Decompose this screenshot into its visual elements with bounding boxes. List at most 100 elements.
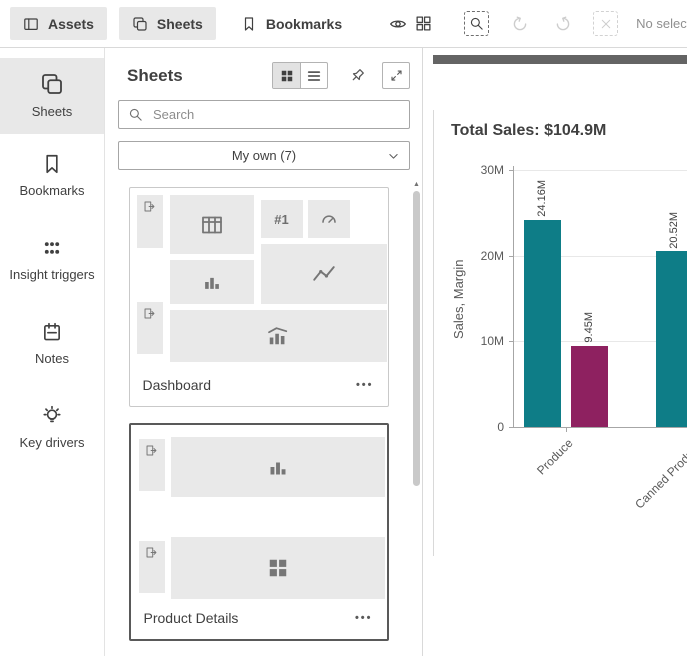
list-view-button[interactable] [300, 63, 327, 88]
sheet-card-title: Product Details [144, 610, 239, 626]
search-input[interactable] [118, 100, 410, 129]
smart-search-button[interactable] [464, 11, 489, 36]
pivot-icon [267, 557, 289, 579]
assets-button[interactable]: Assets [10, 7, 107, 40]
thumb-tile [139, 541, 165, 593]
scroll-up-arrow[interactable]: ▲ [411, 180, 422, 190]
filterpane-icon [145, 444, 158, 457]
sheets-panel-header: Sheets [105, 48, 422, 90]
x-axis-line [513, 427, 687, 428]
sheet-filter-dropdown[interactable]: My own (7) [118, 141, 410, 170]
sidebar-item-insight-triggers[interactable]: Insight triggers [0, 225, 104, 295]
y-tick-label: 30M [444, 163, 504, 177]
thumb-tile [170, 195, 254, 254]
thumb-tile [170, 310, 387, 362]
redo-arrow-icon [554, 15, 572, 33]
insight-triggers-icon [41, 237, 63, 259]
step-back-button[interactable] [507, 11, 532, 36]
notes-icon [41, 321, 63, 343]
thumb-tile [137, 302, 163, 354]
thumb-tile [171, 437, 385, 497]
blocks-icon [415, 15, 432, 32]
expand-panel-button[interactable] [382, 62, 410, 89]
thumb-tile [137, 195, 163, 248]
kpi-badge: #1 [274, 212, 288, 227]
sidebar-item-key-drivers[interactable]: Key drivers [0, 393, 104, 463]
clear-x-icon [600, 18, 612, 30]
search-icon [469, 16, 484, 31]
grid-view-button[interactable] [273, 63, 300, 88]
bar-sales-produce[interactable] [524, 220, 561, 427]
filterpane-icon [145, 546, 158, 559]
undo-arrow-icon [511, 15, 529, 33]
sheets-button[interactable]: Sheets [119, 7, 216, 40]
preview-eye-button[interactable] [389, 8, 407, 40]
sheet-thumbnail: #1 [130, 188, 388, 368]
sheets-panel: Sheets My [105, 48, 423, 656]
sheet-card-footer: Dashboard ••• [130, 368, 388, 406]
chevron-down-icon [387, 150, 400, 163]
thumb-tile [171, 537, 385, 599]
main-content: Total Sales: $104.9M 010M20M30M24.16M20.… [424, 48, 687, 656]
scrollbar-thumb[interactable] [413, 191, 420, 486]
sheet-header-strip [433, 55, 687, 64]
y-tick-label: 0 [444, 420, 504, 434]
sheets-icon [132, 16, 148, 32]
step-forward-button[interactable] [550, 11, 575, 36]
bar-value-label: 20.52M [667, 212, 682, 249]
grid-view-icon [280, 69, 294, 83]
bar-value-label: 9.45M [582, 312, 597, 343]
gauge-icon [319, 209, 339, 229]
linechart-icon [311, 261, 337, 287]
sheet-card-product-details[interactable]: Product Details ••• [129, 423, 389, 641]
eye-icon [389, 15, 407, 33]
selections-toolbar: No selections [464, 11, 687, 36]
sidebar-item-bookmarks[interactable]: Bookmarks [0, 141, 104, 211]
pin-panel-button[interactable] [344, 63, 370, 88]
sheet-card-title: Dashboard [143, 377, 212, 393]
bar-sales-canned-products[interactable] [656, 251, 687, 427]
bookmark-icon [241, 16, 257, 32]
table-icon [200, 213, 224, 237]
filterpane-icon [143, 200, 156, 213]
panel-title: Sheets [127, 66, 183, 86]
thumb-tile [261, 244, 387, 304]
x-tick [566, 427, 567, 432]
bar-chart-object[interactable]: Total Sales: $104.9M 010M20M30M24.16M20.… [433, 110, 687, 556]
chart-plot-area: 010M20M30M24.16M20.52M9.45MProduceCanned… [434, 110, 687, 556]
bookmarks-button[interactable]: Bookmarks [228, 7, 355, 40]
combochart-icon [266, 324, 290, 348]
left-sidebar: Sheets Bookmarks Insight triggers Notes … [0, 48, 105, 656]
sheet-card-footer: Product Details ••• [131, 601, 387, 639]
search-icon [128, 107, 143, 122]
topbar: Assets Sheets Bookmarks [0, 0, 687, 48]
bar-margin-produce[interactable] [571, 346, 608, 427]
key-drivers-lightbulb-icon [41, 405, 63, 427]
thumb-tile [308, 200, 350, 238]
thumb-tile: #1 [261, 200, 303, 238]
sheet-thumbnail [131, 425, 387, 601]
assets-icon [23, 16, 39, 32]
bar-value-label: 24.16M [535, 180, 550, 217]
barchart-icon [266, 455, 290, 479]
y-axis-title: Sales, Margin [450, 224, 467, 374]
view-toggle [272, 62, 328, 89]
sheet-search [118, 100, 410, 129]
sidebar-item-sheets[interactable]: Sheets [0, 58, 104, 134]
dropdown-value: My own (7) [232, 148, 296, 163]
card-menu-button[interactable]: ••• [355, 612, 373, 624]
thumb-tile [139, 439, 165, 491]
sidebar-item-notes[interactable]: Notes [0, 309, 104, 379]
filterpane-icon [143, 307, 156, 320]
custom-objects-button[interactable] [415, 8, 432, 40]
bookmark-icon [41, 153, 63, 175]
no-selections-label: No selections [636, 16, 687, 31]
clear-selections-button[interactable] [593, 11, 618, 36]
y-axis-line [513, 166, 514, 427]
barchart-icon [201, 271, 223, 293]
expand-icon [389, 68, 404, 83]
sheet-card-list: #1 Dashboard ••• [105, 178, 412, 656]
sheets-icon [40, 72, 64, 96]
card-menu-button[interactable]: ••• [356, 379, 374, 391]
sheet-card-dashboard[interactable]: #1 Dashboard ••• [129, 187, 389, 407]
